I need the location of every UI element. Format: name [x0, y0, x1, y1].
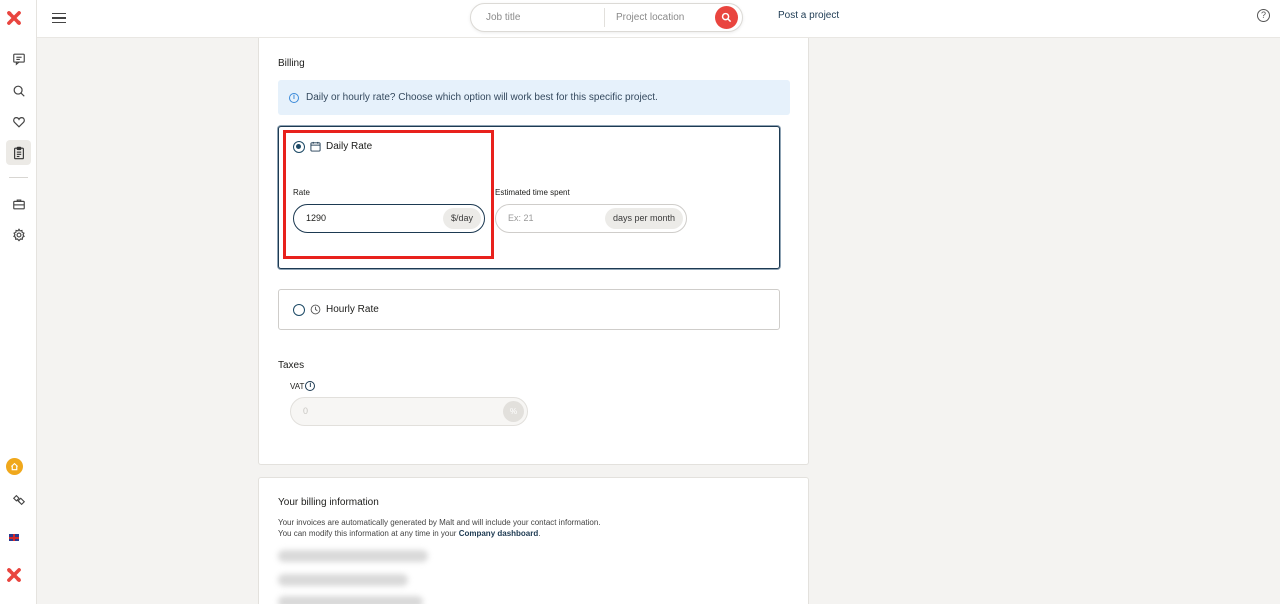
- hamburger-menu-icon[interactable]: [52, 9, 70, 27]
- billing-info-text: Daily or hourly rate? Choose which optio…: [306, 92, 658, 103]
- billing-information-card: Your billing information Your invoices a…: [258, 477, 809, 604]
- billing-info-line-2: You can modify this information at any t…: [278, 529, 541, 538]
- daily-rate-option[interactable]: Daily Rate Rate 1290 $/day Estimated tim…: [278, 126, 780, 269]
- billing-info-line-2-suffix: .: [538, 529, 541, 538]
- heart-icon[interactable]: [6, 109, 31, 134]
- search-icon: [721, 12, 732, 23]
- settings-icon[interactable]: [6, 222, 31, 247]
- malt-logo-icon[interactable]: [5, 566, 23, 584]
- vat-label: VAT: [290, 381, 305, 391]
- redacted-billing-line: [278, 596, 423, 604]
- malt-logo-icon[interactable]: [5, 9, 23, 27]
- estimated-time-label: Estimated time spent: [495, 188, 570, 197]
- company-dashboard-link[interactable]: Company dashboard: [459, 529, 539, 538]
- vat-percent-badge: %: [503, 401, 524, 422]
- daily-rate-label: Daily Rate: [326, 141, 373, 152]
- daily-rate-radio[interactable]: [293, 141, 305, 153]
- vat-heading: VAT i: [290, 381, 316, 391]
- billing-info-line-1: Your invoices are automatically generate…: [278, 518, 601, 527]
- vat-info-icon[interactable]: i: [305, 381, 316, 391]
- taxes-title: Taxes: [278, 360, 305, 371]
- estimated-time-input[interactable]: Ex: 21 days per month: [495, 204, 687, 233]
- rate-input[interactable]: 1290 $/day: [293, 204, 485, 233]
- handshake-icon[interactable]: [6, 487, 31, 512]
- days-per-month-badge: days per month: [604, 208, 683, 229]
- help-icon[interactable]: ?: [1257, 9, 1270, 22]
- billing-title: Billing: [278, 58, 305, 69]
- project-location-input[interactable]: Project location: [616, 4, 711, 31]
- billing-info-banner: i Daily or hourly rate? Choose which opt…: [278, 80, 790, 115]
- info-icon: i: [289, 92, 299, 103]
- rate-value: 1290: [306, 213, 327, 223]
- rate-label: Rate: [293, 188, 310, 197]
- calendar-icon: [310, 141, 321, 152]
- messages-icon[interactable]: [6, 46, 31, 71]
- search-divider: [604, 8, 605, 27]
- clipboard-icon[interactable]: [6, 140, 31, 165]
- estimated-time-placeholder: Ex: 21: [508, 213, 534, 223]
- redacted-billing-line: [278, 550, 428, 562]
- search-bar: Job title Project location: [470, 3, 743, 32]
- billing-info-line-2-prefix: You can modify this information at any t…: [278, 529, 459, 538]
- briefcase-icon[interactable]: [6, 191, 31, 216]
- search-icon[interactable]: [6, 78, 31, 103]
- top-bar: Job title Project location Post a projec…: [37, 0, 1280, 38]
- hourly-rate-label: Hourly Rate: [326, 304, 379, 315]
- post-project-link[interactable]: Post a project: [778, 10, 839, 21]
- job-title-input[interactable]: Job title: [486, 4, 601, 31]
- hourly-rate-radio[interactable]: [293, 304, 305, 316]
- hourly-rate-heading: Hourly Rate: [310, 304, 379, 315]
- left-rail: [0, 0, 37, 604]
- hourly-rate-option[interactable]: Hourly Rate: [278, 289, 780, 330]
- billing-information-title: Your billing information: [278, 497, 379, 508]
- rate-unit-badge: $/day: [442, 208, 481, 229]
- clock-icon: [310, 304, 321, 315]
- redacted-billing-line: [278, 574, 408, 586]
- rail-divider: [9, 177, 28, 178]
- search-button[interactable]: [715, 6, 738, 29]
- billing-card: Billing i Daily or hourly rate? Choose w…: [258, 38, 809, 465]
- vat-placeholder: 0: [303, 406, 309, 416]
- home-icon[interactable]: [6, 458, 23, 475]
- daily-rate-heading: Daily Rate: [310, 141, 372, 152]
- vat-input[interactable]: 0 %: [290, 397, 528, 426]
- uk-flag-icon[interactable]: [9, 534, 19, 541]
